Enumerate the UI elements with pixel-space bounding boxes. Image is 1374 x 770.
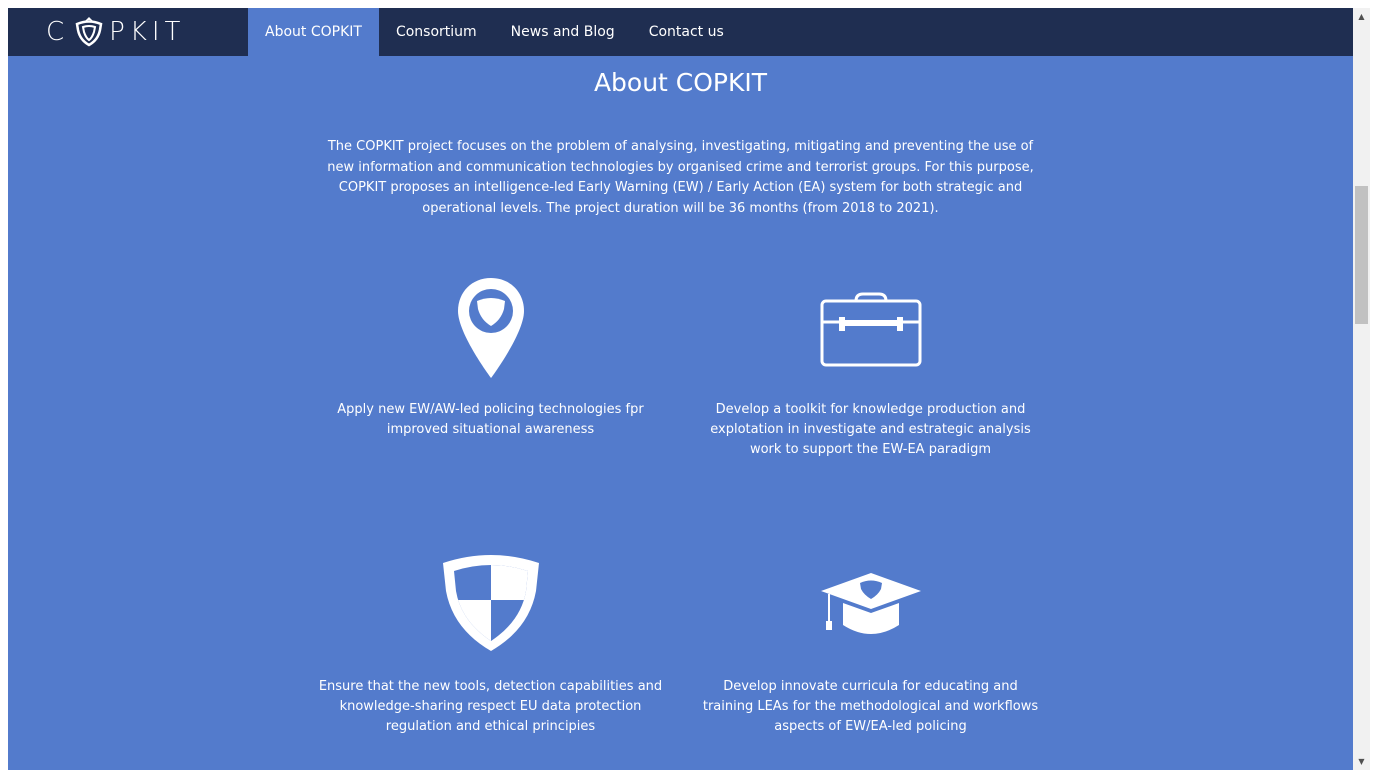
feature-text: Develop a toolkit for knowledge producti… — [710, 402, 1031, 457]
location-shield-icon — [457, 278, 524, 378]
feature-text: Develop innovate curricula for educating… — [702, 679, 1039, 734]
feature-curricula: Develop innovate curricula for educating… — [698, 553, 1043, 737]
logo-text-left: C — [46, 17, 70, 47]
copkit-logo[interactable]: C PKIT — [46, 8, 206, 56]
logo-text-right: PKIT — [109, 17, 186, 47]
scrollbar-thumb[interactable] — [1355, 186, 1368, 324]
nav-item-news-blog[interactable]: News and Blog — [494, 8, 632, 56]
feature-toolkit: Develop a toolkit for knowledge producti… — [698, 276, 1043, 460]
scroll-up-arrow-icon[interactable]: ▲ — [1353, 8, 1370, 25]
nav-item-contact[interactable]: Contact us — [632, 8, 741, 56]
nav-item-consortium[interactable]: Consortium — [379, 8, 494, 56]
feature-situational-awareness: Apply new EW/AW-led policing technologie… — [318, 276, 663, 440]
feature-text: Ensure that the new tools, detection cap… — [318, 679, 663, 734]
page-viewport: C PKIT About COPKIT Consortium News and … — [8, 8, 1353, 770]
page-title: About COPKIT — [593, 68, 768, 97]
scroll-down-arrow-icon[interactable]: ▼ — [1353, 753, 1370, 770]
shield-icon — [442, 555, 539, 651]
feature-text: Apply new EW/AW-led policing technologie… — [337, 402, 644, 437]
intro-paragraph: The COPKIT project focuses on the proble… — [327, 139, 1034, 216]
main-nav: About COPKIT Consortium News and Blog Co… — [248, 8, 741, 56]
nav-item-about[interactable]: About COPKIT — [248, 8, 379, 56]
top-navbar: C PKIT About COPKIT Consortium News and … — [8, 8, 1353, 56]
feature-data-protection: Ensure that the new tools, detection cap… — [318, 553, 663, 737]
graduation-cap-icon — [820, 573, 921, 634]
logo-shield-icon — [75, 17, 103, 47]
vertical-scrollbar[interactable]: ▲ ▼ — [1353, 8, 1370, 770]
toolbox-icon — [820, 292, 921, 367]
